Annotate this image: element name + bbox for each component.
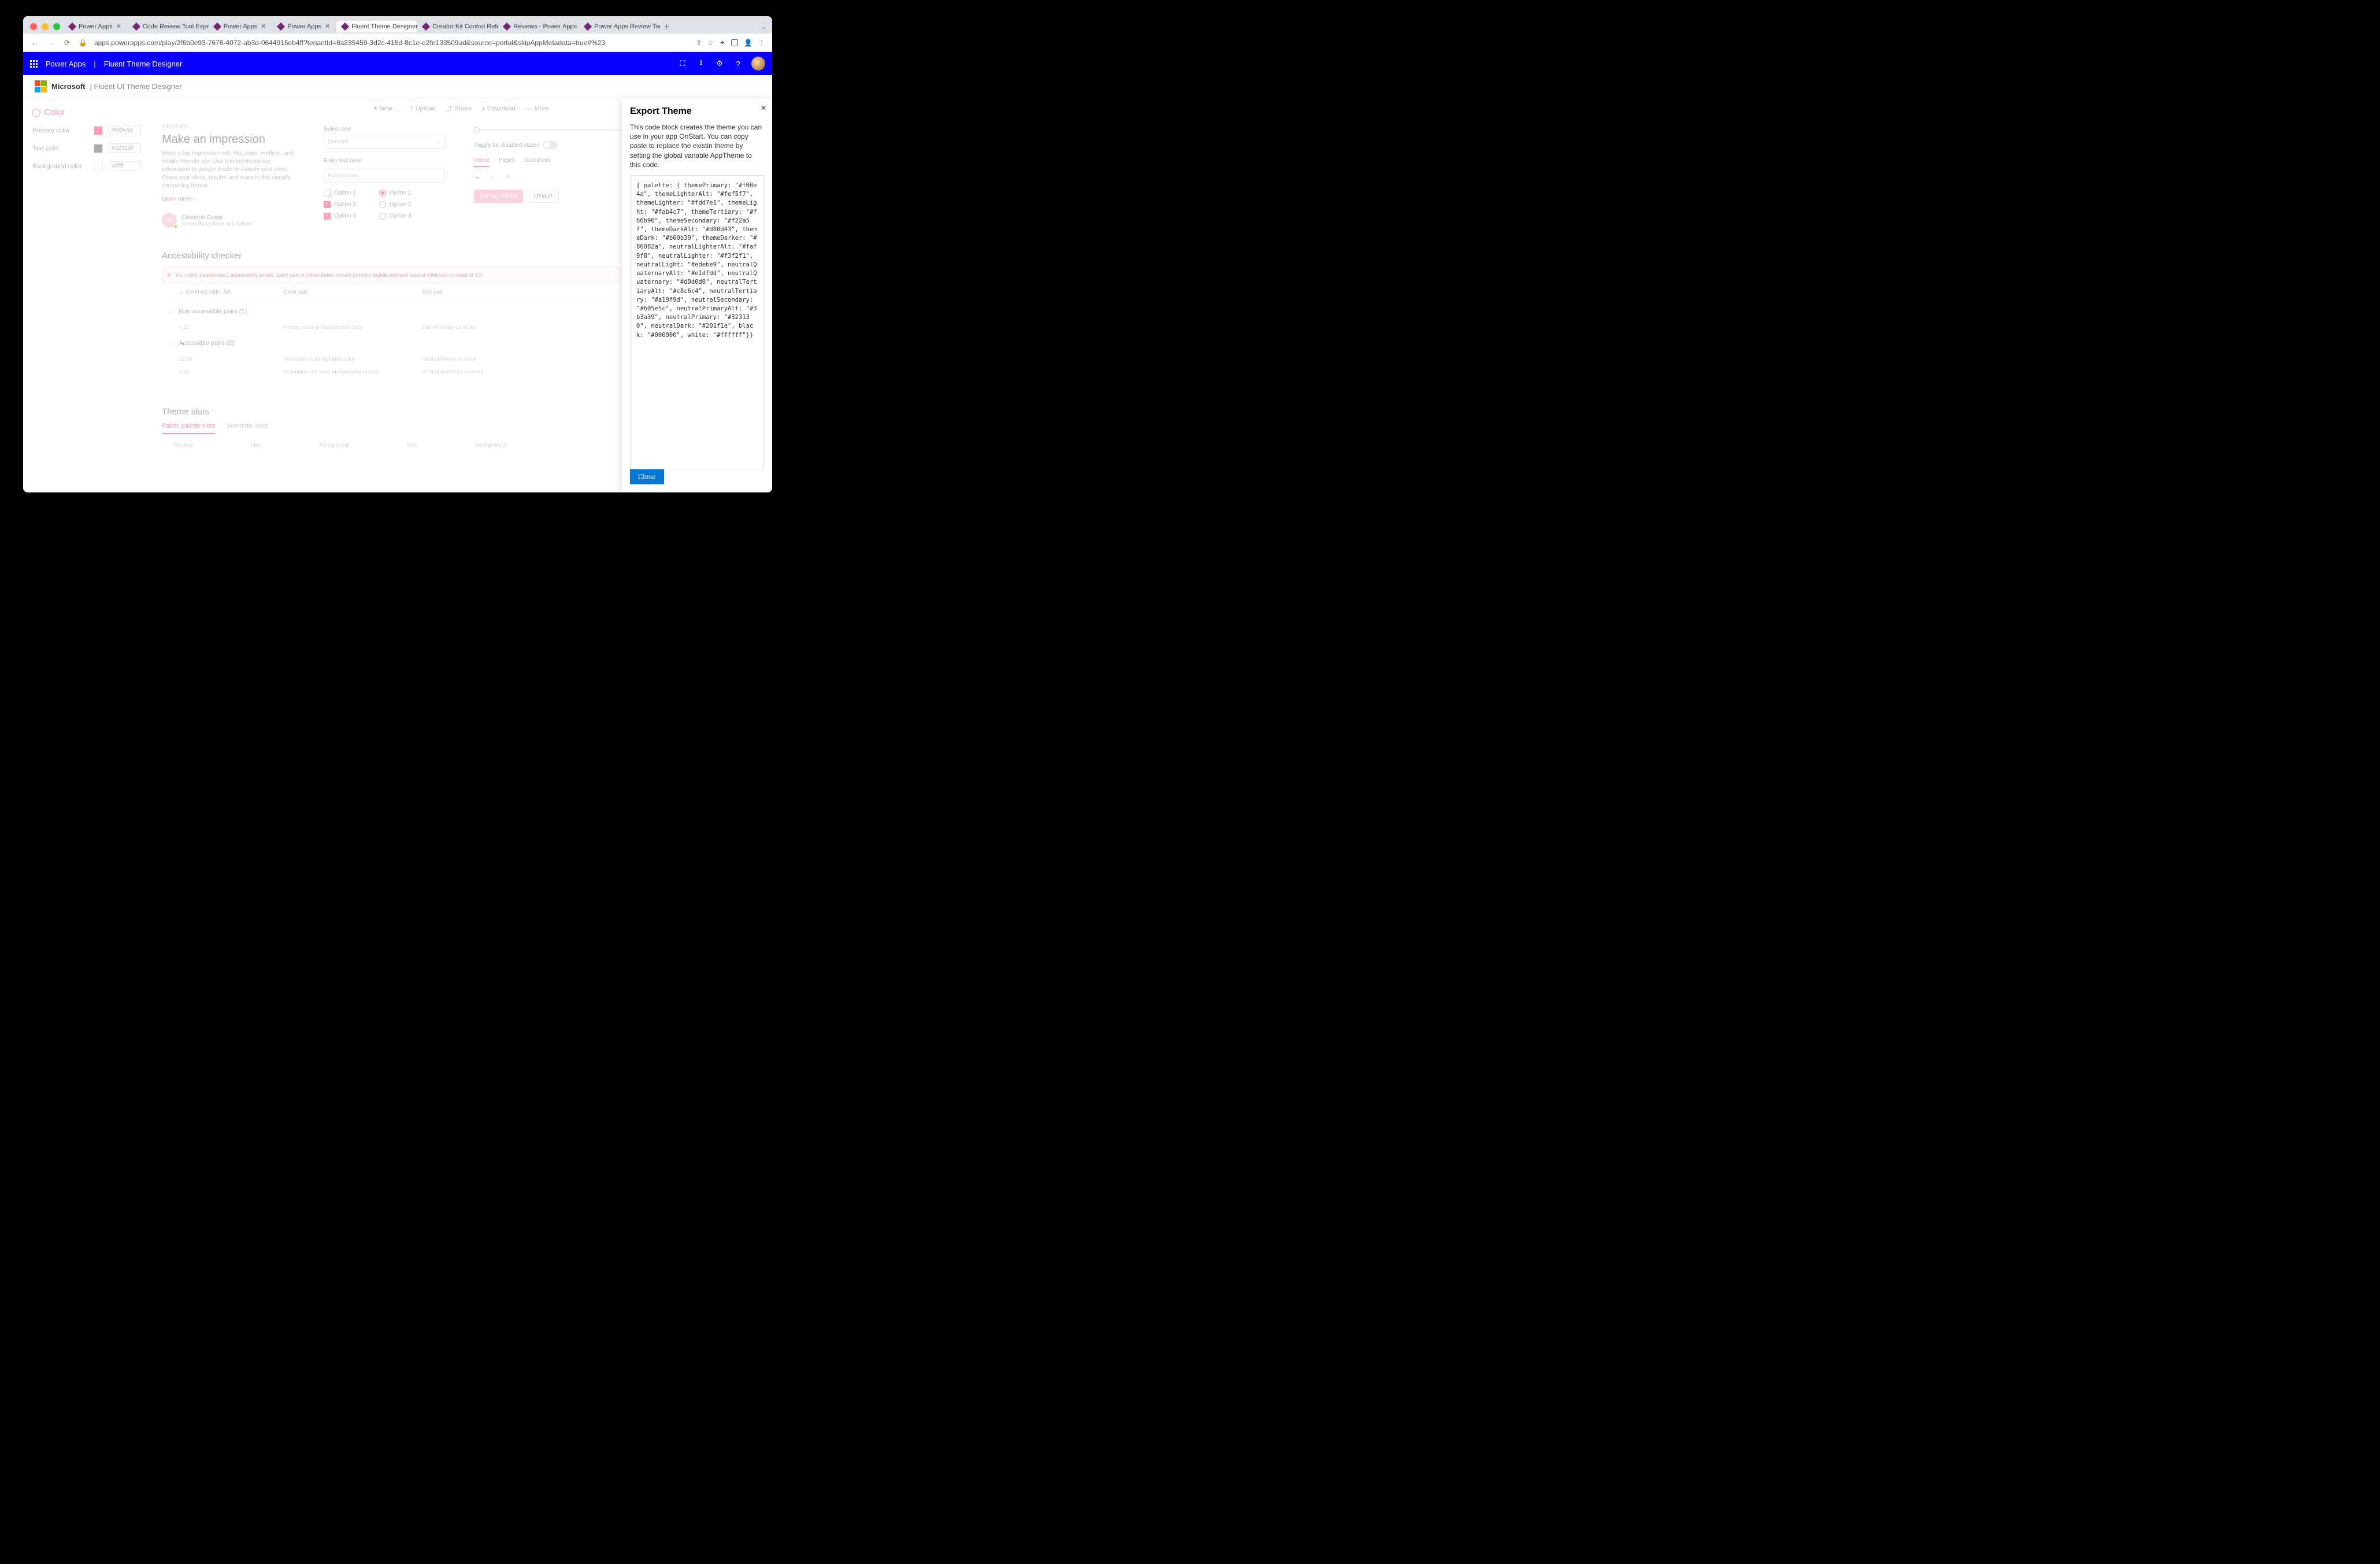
tab-title: Power Apps Review Tool -	[594, 23, 660, 30]
browser-tab[interactable]: Code Review Tool Experim✕	[128, 21, 209, 32]
window-controls[interactable]	[30, 23, 60, 30]
tab-favicon	[503, 23, 511, 31]
theme-code-block[interactable]: { palette: { themePrimary: "#f00e4a", th…	[630, 175, 764, 469]
tab-title: Fluent Theme Designer - P	[351, 23, 417, 30]
brand-text: Microsoft	[51, 82, 86, 91]
browser-tab[interactable]: Power Apps Review Tool -✕	[579, 21, 660, 32]
browser-tab[interactable]: Fluent Theme Designer - P✕	[336, 21, 417, 32]
tab-favicon	[341, 23, 349, 31]
url-text[interactable]: apps.powerapps.com/play/2f6b0e93-7676-40…	[94, 39, 689, 47]
nav-back[interactable]: ←	[30, 39, 39, 47]
panel-close-icon[interactable]: ✕	[761, 104, 766, 112]
user-avatar[interactable]	[751, 57, 765, 71]
nav-reload[interactable]: ⟳	[62, 39, 72, 47]
tab-favicon	[132, 23, 140, 31]
profile-icon[interactable]: 👤	[744, 39, 752, 47]
chrome-menu-icon[interactable]: ⋮	[758, 39, 765, 47]
window-close[interactable]	[30, 23, 37, 30]
tab-close-icon[interactable]: ✕	[261, 24, 266, 29]
tab-close-icon[interactable]: ✕	[116, 24, 122, 29]
browser-tab[interactable]: Reviews - Power Apps✕	[498, 21, 579, 32]
sub-header: Microsoft | Fluent UI Theme Designer	[23, 75, 772, 98]
tab-title: Code Review Tool Experim	[143, 23, 209, 30]
tab-favicon	[277, 23, 285, 31]
tab-title: Power Apps	[224, 23, 258, 30]
tab-favicon	[584, 23, 592, 31]
panel-title: Export Theme	[630, 106, 764, 117]
microsoft-logo	[35, 80, 47, 92]
header-divider: |	[94, 60, 95, 68]
fit-icon[interactable]: ⛶	[677, 58, 688, 69]
share-icon[interactable]: ⇧	[696, 39, 702, 47]
subheader-title: | Fluent UI Theme Designer	[90, 82, 182, 91]
browser-tab[interactable]: Power Apps✕	[209, 21, 273, 32]
app-name: Power Apps	[46, 60, 86, 68]
download-icon[interactable]: ⭳	[696, 58, 706, 69]
lock-icon: 🔒	[79, 39, 87, 47]
tab-favicon	[422, 23, 430, 31]
tab-strip: Power Apps✕Code Review Tool Experim✕Powe…	[23, 16, 772, 34]
tab-favicon	[213, 23, 221, 31]
url-bar: ← → ⟳ 🔒 apps.powerapps.com/play/2f6b0e93…	[23, 34, 772, 52]
browser-tab[interactable]: Creator Kit Control Referen✕	[417, 21, 498, 32]
app-header: Power Apps | Fluent Theme Designer ⛶ ⭳ ⚙…	[23, 52, 772, 75]
account-icon[interactable]	[731, 39, 738, 46]
nav-forward[interactable]: →	[46, 39, 55, 47]
tab-title: Power Apps	[287, 23, 321, 30]
export-theme-panel: ✕ Export Theme This code block creates t…	[622, 98, 772, 492]
app-launcher-icon[interactable]	[30, 60, 38, 68]
tab-title: Creator Kit Control Referen	[432, 23, 498, 30]
page-name: Fluent Theme Designer	[104, 60, 183, 68]
window-minimize[interactable]	[42, 23, 49, 30]
browser-tab[interactable]: Power Apps✕	[64, 21, 128, 32]
panel-close-button[interactable]: Close	[630, 469, 664, 484]
tab-favicon	[68, 23, 76, 31]
extensions-icon[interactable]: ✦	[720, 39, 725, 47]
tab-overflow-button[interactable]: ⌄	[761, 23, 766, 31]
settings-icon[interactable]: ⚙	[714, 58, 725, 69]
help-icon[interactable]: ?	[733, 58, 743, 69]
bookmark-icon[interactable]: ☆	[707, 39, 714, 47]
tab-title: Power Apps	[79, 23, 113, 30]
panel-description: This code block creates the theme you ca…	[630, 123, 764, 169]
window-maximize[interactable]	[53, 23, 60, 30]
browser-tab[interactable]: Power Apps ✕	[272, 21, 336, 32]
new-tab-button[interactable]: ＋	[663, 22, 670, 31]
tab-close-icon[interactable]: ✕	[325, 24, 331, 29]
tab-title: Reviews - Power Apps	[513, 23, 577, 30]
